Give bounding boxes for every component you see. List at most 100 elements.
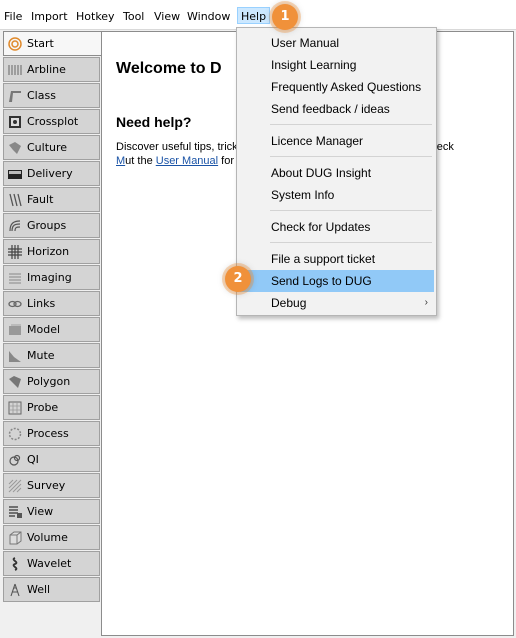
- tab-label: View: [27, 505, 54, 518]
- tab-label: Links: [27, 297, 56, 310]
- tab-label: Arbline: [27, 63, 66, 76]
- menu-item-insight-learning[interactable]: Insight Learning: [240, 54, 434, 76]
- delivery-icon: [8, 167, 22, 181]
- class-icon: [8, 89, 22, 103]
- view-icon: [8, 505, 22, 519]
- menu-tool[interactable]: Tool: [123, 8, 144, 25]
- tab-groups[interactable]: Groups: [3, 213, 100, 238]
- menu-item-send-feedback-ideas[interactable]: Send feedback / ideas: [240, 98, 434, 120]
- menu-separator: [270, 124, 432, 125]
- volume-icon: [8, 531, 22, 545]
- process-icon: [8, 427, 22, 441]
- menu-item-check-for-updates[interactable]: Check for Updates: [240, 216, 434, 238]
- tab-survey[interactable]: Survey: [3, 473, 100, 498]
- tab-label: Crossplot: [27, 115, 79, 128]
- tab-label: Probe: [27, 401, 59, 414]
- welcome-heading: Welcome to D: [116, 60, 222, 77]
- menu-item-system-info[interactable]: System Info: [240, 184, 434, 206]
- fault-icon: [8, 193, 22, 207]
- menu-separator: [270, 210, 432, 211]
- tab-label: Volume: [27, 531, 68, 544]
- mute-icon: [8, 349, 22, 363]
- tab-label: Mute: [27, 349, 55, 362]
- well-icon: [8, 583, 22, 597]
- help-text-mid: ut the: [125, 155, 156, 167]
- survey-icon: [8, 479, 22, 493]
- menu-bar: File Import Hotkey Tool View Window Help: [0, 0, 516, 30]
- menu-item-licence-manager[interactable]: Licence Manager: [240, 130, 434, 152]
- model-icon: [8, 323, 22, 337]
- tab-label: Groups: [27, 219, 67, 232]
- menu-item-user-manual[interactable]: User Manual: [240, 32, 434, 54]
- menu-separator: [270, 242, 432, 243]
- help-dropdown-menu: User Manual Insight Learning Frequently As…: [236, 27, 437, 316]
- chevron-right-icon: ›: [424, 297, 428, 308]
- tab-horizon[interactable]: Horizon: [3, 239, 100, 264]
- callout-2-badge: 2: [225, 266, 251, 292]
- tab-delivery[interactable]: Delivery: [3, 161, 100, 186]
- start-icon: [8, 37, 22, 51]
- tab-wavelet[interactable]: Wavelet: [3, 551, 100, 576]
- tab-crossplot[interactable]: Crossplot: [3, 109, 100, 134]
- menu-item-debug[interactable]: Debug ›: [240, 292, 434, 314]
- tab-label: Well: [27, 583, 51, 596]
- polygon-icon: [8, 375, 22, 389]
- tab-label: Model: [27, 323, 61, 336]
- tab-column: Start Arbline Class Crossplot Culture Deliver…: [0, 31, 103, 638]
- tab-well[interactable]: Well: [3, 577, 100, 602]
- tab-label: Wavelet: [27, 557, 72, 570]
- imaging-icon: [8, 271, 22, 285]
- tab-links[interactable]: Links: [3, 291, 100, 316]
- tab-view[interactable]: View: [3, 499, 100, 524]
- wavelet-icon: [8, 557, 22, 571]
- menu-separator: [270, 156, 432, 157]
- tab-label: Polygon: [27, 375, 71, 388]
- tab-label: QI: [27, 453, 39, 466]
- menu-item-send-logs-to-dug[interactable]: Send Logs to DUG: [240, 270, 434, 292]
- tab-imaging[interactable]: Imaging: [3, 265, 100, 290]
- tab-arbline[interactable]: Arbline: [3, 57, 100, 82]
- horizon-icon: [8, 245, 22, 259]
- need-help-heading: Need help?: [116, 114, 192, 130]
- crossplot-icon: [8, 115, 22, 129]
- menu-import[interactable]: Import: [31, 8, 68, 25]
- menu-view[interactable]: View: [154, 8, 180, 25]
- qi-icon: [8, 453, 22, 467]
- menu-help[interactable]: Help: [237, 7, 271, 24]
- tab-culture[interactable]: Culture: [3, 135, 100, 160]
- tab-label: Horizon: [27, 245, 70, 258]
- tab-start[interactable]: Start: [3, 31, 103, 56]
- tab-qi[interactable]: QI: [3, 447, 100, 472]
- menu-item-about-dug-insight[interactable]: About DUG Insight: [240, 162, 434, 184]
- tab-model[interactable]: Model: [3, 317, 100, 342]
- tab-mute[interactable]: Mute: [3, 343, 100, 368]
- culture-icon: [8, 141, 22, 155]
- tab-volume[interactable]: Volume: [3, 525, 100, 550]
- menu-hotkey[interactable]: Hotkey: [76, 8, 115, 25]
- help-link-m[interactable]: M: [116, 155, 125, 167]
- tab-label: Culture: [27, 141, 68, 154]
- probe-icon: [8, 401, 22, 415]
- menu-item-frequently-asked-questions[interactable]: Frequently Asked Questions: [240, 76, 434, 98]
- help-text-line-2: Mut the User Manual for t: [116, 155, 240, 167]
- tab-label: Process: [27, 427, 69, 440]
- menu-item-file-a-support-ticket[interactable]: File a support ticket: [240, 248, 434, 270]
- tab-process[interactable]: Process: [3, 421, 100, 446]
- callout-1-badge: 1: [272, 4, 298, 30]
- tab-probe[interactable]: Probe: [3, 395, 100, 420]
- tab-label: Fault: [27, 193, 54, 206]
- tab-label: Survey: [27, 479, 66, 492]
- tab-label: Imaging: [27, 271, 72, 284]
- tab-label: Delivery: [27, 167, 73, 180]
- links-icon: [8, 297, 22, 311]
- help-text-prefix: Discover useful tips, tricks: [116, 141, 244, 153]
- menu-window[interactable]: Window: [187, 8, 230, 25]
- groups-icon: [8, 219, 22, 233]
- user-manual-link[interactable]: User Manual: [156, 155, 218, 167]
- menu-file[interactable]: File: [4, 8, 22, 25]
- tab-label: Start: [27, 37, 54, 50]
- tab-polygon[interactable]: Polygon: [3, 369, 100, 394]
- tab-label: Class: [27, 89, 56, 102]
- tab-class[interactable]: Class: [3, 83, 100, 108]
- tab-fault[interactable]: Fault: [3, 187, 100, 212]
